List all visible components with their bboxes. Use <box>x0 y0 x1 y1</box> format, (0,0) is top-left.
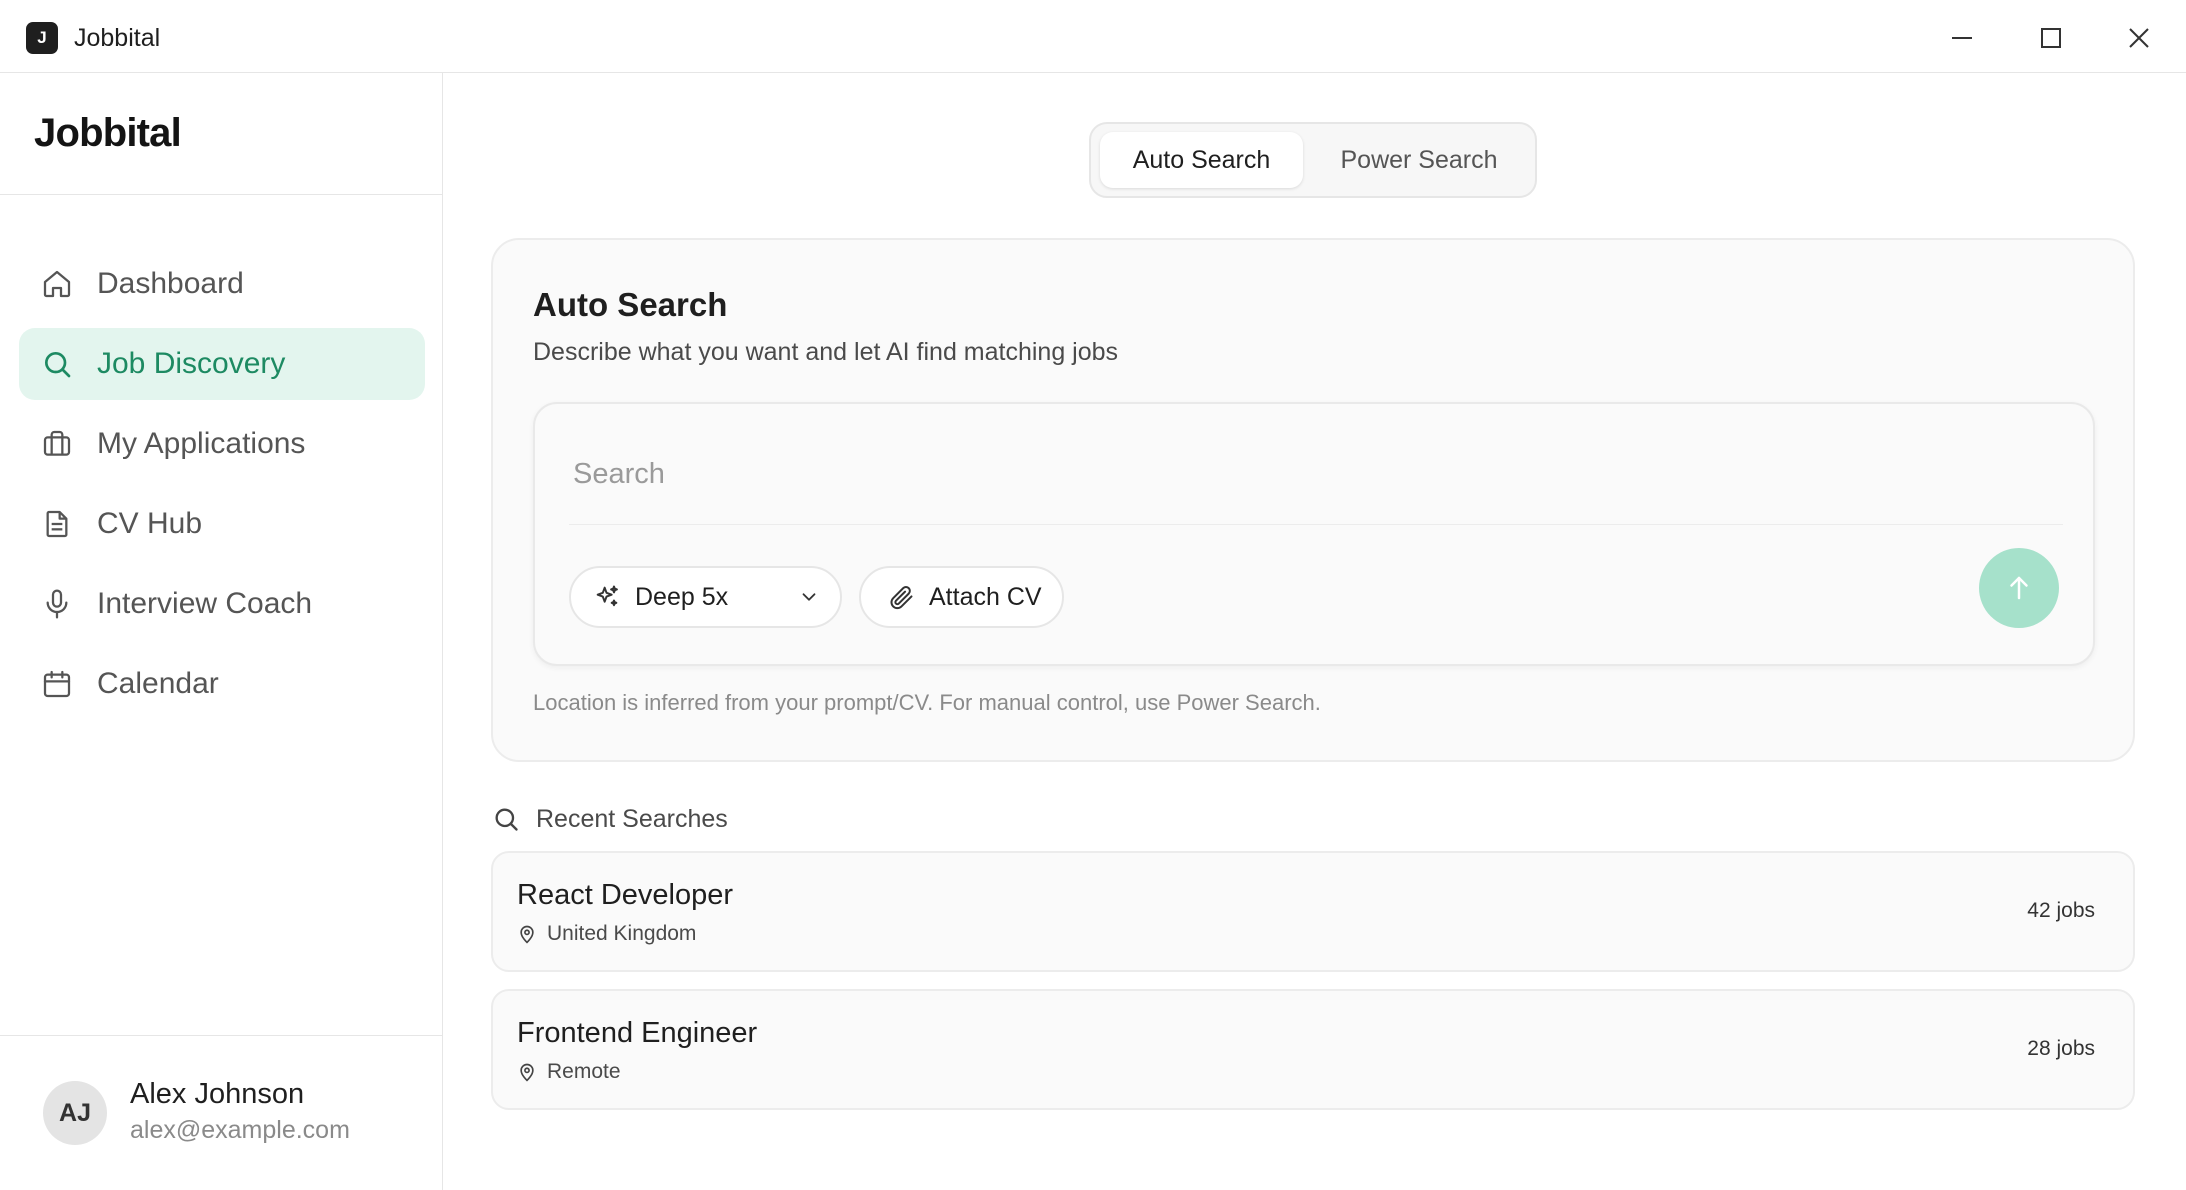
auto-search-card: Auto Search Describe what you want and l… <box>491 238 2135 762</box>
sidebar-item-label: Calendar <box>97 667 219 700</box>
map-pin-icon <box>520 925 534 944</box>
maximize-button[interactable] <box>2027 18 2075 58</box>
map-pin-icon <box>520 1063 534 1082</box>
logo[interactable]: Jobbital <box>34 111 182 156</box>
attach-cv-button[interactable]: Attach CV <box>859 566 1064 628</box>
microphone-icon <box>41 588 73 620</box>
home-icon <box>41 268 73 300</box>
divider <box>0 194 443 195</box>
card-subtitle: Describe what you want and let AI find m… <box>533 338 1119 366</box>
recent-search-location: Remote <box>517 1060 621 1084</box>
search-box: Deep 5x Attach CV <box>533 402 2095 666</box>
job-count-badge: 28 jobs <box>2027 1037 2095 1060</box>
search-mode-tabs: Auto Search Power Search <box>1089 122 1537 198</box>
document-icon <box>41 508 73 540</box>
search-depth-label: Deep 5x <box>635 582 729 611</box>
divider <box>0 1035 443 1036</box>
location-text: Remote <box>547 1060 621 1083</box>
recent-searches-label: Recent Searches <box>536 804 728 833</box>
submit-search-button[interactable] <box>1979 548 2059 628</box>
search-icon <box>495 808 518 831</box>
sidebar-item-interview-coach[interactable]: Interview Coach <box>19 568 425 640</box>
search-depth-select[interactable]: Deep 5x <box>569 566 842 628</box>
card-title: Auto Search <box>533 286 728 323</box>
minimize-icon <box>1952 37 1972 39</box>
arrow-up-icon <box>2010 576 2028 600</box>
divider <box>569 524 2063 525</box>
sidebar-item-label: Job Discovery <box>97 347 286 380</box>
location-note: Location is inferred from your prompt/CV… <box>533 690 1321 715</box>
recent-searches-heading: Recent Searches <box>492 803 728 835</box>
close-icon <box>2129 28 2149 48</box>
maximize-icon <box>2041 28 2061 48</box>
sidebar-item-label: My Applications <box>97 427 306 460</box>
app-icon: J <box>26 22 58 54</box>
sidebar-item-my-applications[interactable]: My Applications <box>19 408 425 480</box>
recent-search-title: React Developer <box>517 879 733 911</box>
tab-auto-search[interactable]: Auto Search <box>1100 132 1303 188</box>
user-email: alex@example.com <box>130 1116 350 1144</box>
recent-search-location: United Kingdom <box>517 922 696 946</box>
window-title: Jobbital <box>74 24 161 52</box>
sidebar-item-label: Dashboard <box>97 267 244 300</box>
sidebar-item-job-discovery[interactable]: Job Discovery <box>19 328 425 400</box>
location-text: United Kingdom <box>547 922 697 945</box>
sidebar-item-label: CV Hub <box>97 507 203 540</box>
calendar-icon <box>41 668 73 700</box>
job-count-badge: 42 jobs <box>2027 899 2095 922</box>
search-input[interactable] <box>573 444 2013 504</box>
sidebar-item-calendar[interactable]: Calendar <box>19 648 425 720</box>
chevron-down-icon <box>802 593 816 601</box>
user-name: Alex Johnson <box>130 1078 305 1110</box>
recent-search-item[interactable]: Frontend Engineer Remote 28 jobs <box>491 989 2135 1110</box>
recent-search-title: Frontend Engineer <box>517 1017 758 1049</box>
title-bar: J Jobbital <box>0 0 2186 73</box>
sidebar: Jobbital Dashboard Job Discovery My Appl… <box>0 73 443 1190</box>
paperclip-icon <box>890 586 913 610</box>
attach-cv-label: Attach CV <box>929 582 1042 611</box>
close-window-button[interactable] <box>2115 18 2163 58</box>
sidebar-item-label: Interview Coach <box>97 587 313 620</box>
recent-search-item[interactable]: React Developer United Kingdom 42 jobs <box>491 851 2135 972</box>
avatar[interactable]: AJ <box>43 1081 107 1145</box>
sidebar-item-dashboard[interactable]: Dashboard <box>19 248 425 320</box>
sidebar-item-cv-hub[interactable]: CV Hub <box>19 488 425 560</box>
search-icon <box>41 348 73 380</box>
minimize-button[interactable] <box>1938 18 1986 58</box>
tab-power-search[interactable]: Power Search <box>1311 132 1527 188</box>
briefcase-icon <box>41 428 73 460</box>
sparkles-icon <box>596 585 618 607</box>
